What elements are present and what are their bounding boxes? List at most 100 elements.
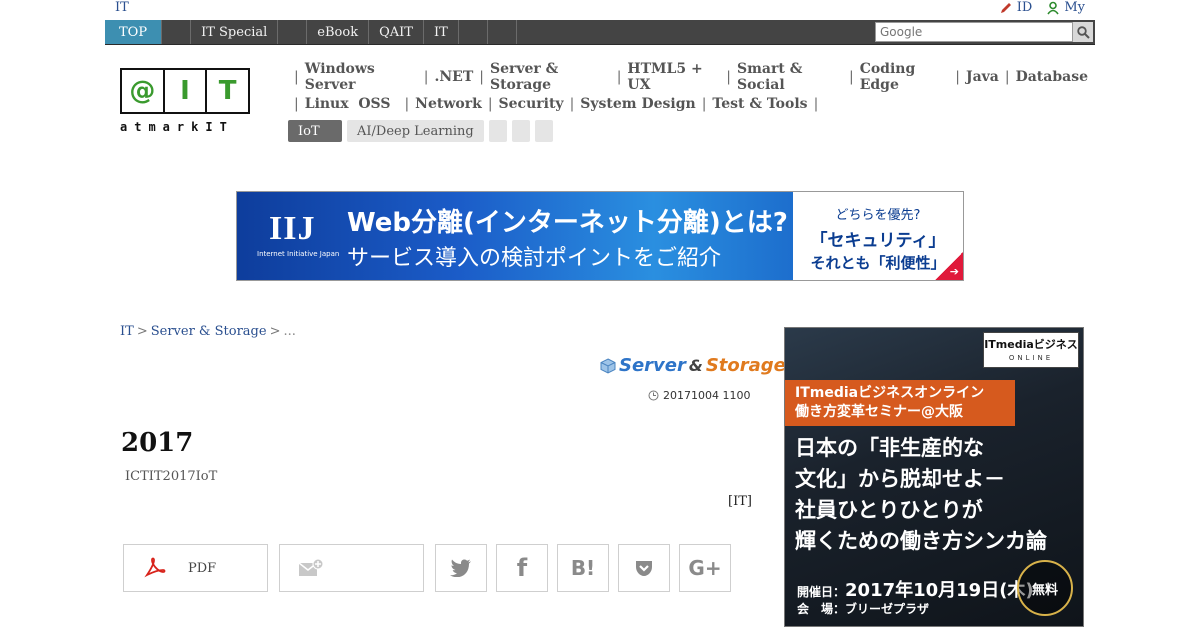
search-button[interactable]	[1073, 22, 1093, 42]
twitter-button[interactable]	[435, 544, 487, 592]
chip-blank-2[interactable]	[511, 120, 530, 142]
mail-button[interactable]	[279, 544, 424, 592]
hatena-bookmark-button[interactable]: B!	[557, 544, 609, 592]
category-row-2: | Linux OSS | Network | Security | Syste…	[288, 93, 1088, 115]
breadcrumb-separator: >	[136, 324, 148, 339]
category-network[interactable]: Network	[415, 96, 482, 112]
separator: |	[726, 69, 731, 85]
side-ad-ribbon-line2: 働き方変革セミナー@大阪	[795, 404, 963, 420]
side-ad-brand: ITmediaビジネス ONLINE	[983, 332, 1079, 368]
chip-blank-3[interactable]	[534, 120, 553, 142]
article-date: 20171004 1100	[648, 389, 750, 402]
banner-iij-subtitle: Internet Initiative Japan	[257, 250, 340, 258]
nav-qait[interactable]: QAIT	[369, 20, 424, 44]
separator: |	[423, 69, 429, 85]
site-brand-link[interactable]: IT	[115, 0, 129, 15]
pdf-button[interactable]: PDF	[123, 544, 268, 592]
category-html5-ux[interactable]: HTML5 + UX	[627, 61, 720, 93]
id-link[interactable]: ID	[999, 0, 1033, 15]
id-link-label: ID	[1016, 0, 1033, 15]
category-test-tools[interactable]: Test & Tools	[712, 96, 807, 112]
category-java[interactable]: Java	[966, 69, 999, 85]
breadcrumb-server-storage[interactable]: Server & Storage	[151, 324, 267, 339]
chip-blank-1[interactable]	[488, 120, 507, 142]
separator: |	[487, 96, 493, 112]
side-ad-headline: 日本の「非生産的な 文化」から脱却せよ－ 社員ひとりひとりが 輝くための働き方シ…	[795, 432, 1047, 556]
side-ad[interactable]: ITmediaビジネス ONLINE ITmediaビジネスオンライン 働き方変…	[784, 327, 1084, 627]
side-ad-event-info: 開催日：2017年10月19日(木) 会 場：ブリーゼプラザ	[797, 582, 1034, 618]
cube-icon	[600, 357, 616, 374]
pdf-button-label: PDF	[188, 560, 217, 576]
nav-item-blank-3[interactable]	[459, 20, 488, 44]
article-title: 2017	[121, 428, 194, 458]
search-input[interactable]	[875, 22, 1073, 42]
separator: |	[1004, 69, 1010, 85]
nav-top[interactable]: TOP	[105, 20, 163, 44]
my-link[interactable]: My	[1046, 0, 1085, 15]
banner-question: どちらを優先?	[835, 208, 921, 223]
side-ad-headline-2: 文化」から脱却せよ－	[795, 466, 1005, 491]
separator: |	[479, 69, 484, 85]
nav-item-blank-2[interactable]	[278, 20, 308, 44]
breadcrumb-separator: >	[269, 324, 281, 339]
side-ad-ribbon-line1: ITmediaビジネスオンライン	[795, 385, 985, 401]
category-security[interactable]: Security	[499, 96, 564, 112]
facebook-button[interactable]: f	[496, 544, 548, 592]
category-menu: | Windows Server | .NET | Server & Stora…	[288, 61, 1088, 142]
category-coding-edge[interactable]: Coding Edge	[860, 61, 950, 93]
breadcrumb: IT > Server & Storage >...	[120, 324, 296, 339]
site-logo[interactable]: @ I T atmarkIT	[120, 68, 250, 134]
section-logo[interactable]: Server & Storage	[600, 355, 786, 376]
nav-item-blank-4[interactable]	[488, 20, 517, 44]
hatena-bookmark-icon: B!	[570, 556, 596, 580]
category-system-design[interactable]: System Design	[580, 96, 695, 112]
section-logo-part1: Server	[619, 355, 686, 376]
side-ad-headline-3: 社員ひとりひとりが	[795, 497, 983, 522]
banner-right: どちらを優先? 「セキュリティ」 それとも「利便性」 ➔	[793, 192, 963, 280]
clock-icon	[648, 390, 659, 401]
side-ad-date-line: 開催日：2017年10月19日(木)	[797, 582, 1034, 601]
facebook-icon: f	[516, 554, 528, 582]
category-row-1: | Windows Server | .NET | Server & Stora…	[288, 61, 1088, 93]
pocket-button[interactable]	[618, 544, 670, 592]
twitter-icon	[450, 559, 471, 577]
separator: |	[848, 69, 854, 85]
google-plus-icon: G+	[688, 556, 722, 580]
category-server-storage[interactable]: Server & Storage	[490, 61, 611, 93]
banner-security: 「セキュリティ」	[810, 231, 946, 251]
nav-item-blank-1[interactable]	[162, 20, 192, 44]
chip-ai-deep-learning[interactable]: AI/Deep Learning	[347, 120, 484, 142]
nav-it[interactable]: IT	[424, 20, 459, 44]
category-smart-social[interactable]: Smart & Social	[737, 61, 843, 93]
side-ad-free-badge: 無料	[1017, 560, 1073, 616]
top-strip: IT ID My	[0, 0, 1200, 18]
chip-iot[interactable]: IoT	[288, 120, 342, 142]
pocket-icon	[636, 561, 652, 576]
user-icon	[1047, 1, 1059, 14]
banner-headline: Web分離(インターネット分離)とは?	[347, 208, 788, 238]
logo-boxes: @ I T	[120, 68, 250, 114]
category-database[interactable]: Database	[1016, 69, 1088, 85]
nav-ebook[interactable]: eBook	[307, 20, 370, 44]
article-subtitle: ICTIT2017IoT	[125, 469, 218, 484]
banner-subheadline: サービス導入の検討ポイントをご紹介	[347, 246, 722, 271]
separator: |	[569, 96, 575, 112]
category-dotnet[interactable]: .NET	[434, 69, 473, 85]
side-ad-ribbon: ITmediaビジネスオンライン 働き方変革セミナー@大阪	[785, 380, 1015, 426]
banner-arrow: ➔	[935, 252, 963, 280]
mail-icon	[298, 558, 324, 576]
side-ad-headline-1: 日本の「非生産的な	[795, 435, 984, 460]
banner-ad[interactable]: IIJ Internet Initiative Japan Web分離(インター…	[236, 191, 964, 281]
google-plus-button[interactable]: G+	[679, 544, 731, 592]
category-linux-oss[interactable]: Linux OSS	[305, 96, 391, 112]
pencil-icon	[1000, 2, 1011, 13]
logo-box-at: @	[122, 70, 165, 112]
breadcrumb-it[interactable]: IT	[120, 324, 134, 339]
category-windows-server[interactable]: Windows Server	[305, 61, 418, 93]
nav-it-special[interactable]: IT Special	[191, 20, 279, 44]
side-ad-date-prefix: 開催日：	[797, 585, 846, 599]
side-ad-brand-name: ITmediaビジネス	[984, 338, 1078, 351]
side-ad-venue: 会 場：ブリーゼプラザ	[797, 602, 930, 616]
section-logo-part2: Storage	[705, 355, 786, 376]
logo-tagline: atmarkIT	[120, 120, 234, 134]
